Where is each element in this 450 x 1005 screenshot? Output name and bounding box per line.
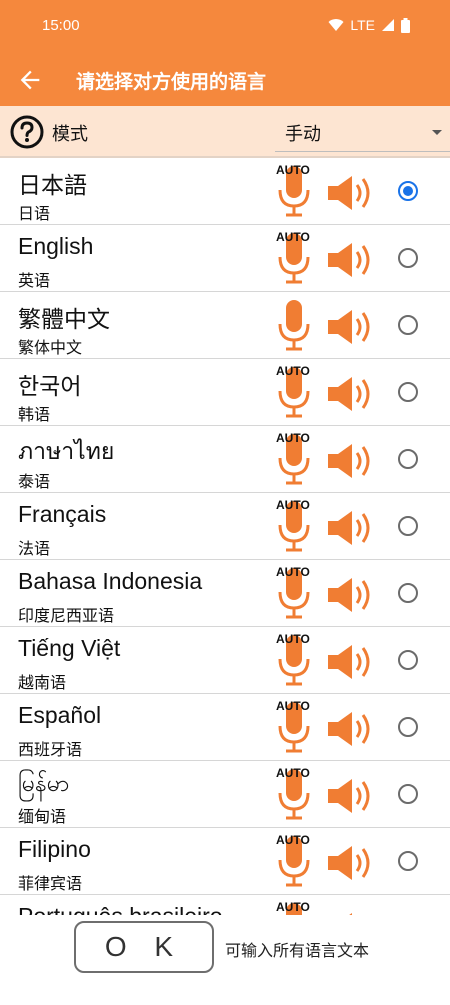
input-hint: 可输入所有语言文本 bbox=[225, 941, 370, 960]
mode-label: 模式 bbox=[52, 124, 88, 145]
language-row[interactable]: 한국어 韩语 AUTO bbox=[0, 359, 450, 426]
language-radio[interactable] bbox=[398, 784, 418, 804]
network-type: LTE bbox=[350, 17, 375, 33]
language-radio[interactable] bbox=[398, 449, 418, 469]
back-arrow-icon[interactable] bbox=[16, 66, 44, 94]
status-icons: LTE bbox=[328, 17, 410, 33]
language-radio[interactable] bbox=[398, 851, 418, 871]
language-name: Español bbox=[18, 702, 102, 728]
page-title: 请选择对方使用的语言 bbox=[76, 71, 267, 93]
speaker-icon[interactable] bbox=[326, 174, 376, 212]
language-subname: 法语 bbox=[18, 539, 51, 558]
language-subname: 菲律宾语 bbox=[18, 874, 83, 893]
language-subname: 英语 bbox=[18, 271, 51, 290]
language-radio[interactable] bbox=[398, 382, 418, 402]
language-row[interactable]: 日本語 日语 AUTO bbox=[0, 158, 450, 225]
auto-badge: AUTO bbox=[276, 699, 310, 713]
language-subname: 泰语 bbox=[18, 472, 51, 491]
language-subname: 越南语 bbox=[18, 673, 67, 692]
language-row[interactable]: Français 法语 AUTO bbox=[0, 493, 450, 560]
wifi-icon bbox=[328, 19, 344, 31]
speaker-icon[interactable] bbox=[326, 442, 376, 480]
mode-bar: 模式 手动 bbox=[0, 106, 450, 158]
speaker-icon[interactable] bbox=[326, 509, 376, 547]
language-name: 日本語 bbox=[18, 172, 87, 198]
language-row[interactable]: Español 西班牙语 AUTO bbox=[0, 694, 450, 761]
language-radio[interactable] bbox=[398, 650, 418, 670]
auto-badge: AUTO bbox=[276, 431, 310, 445]
language-radio[interactable] bbox=[398, 181, 418, 201]
language-radio[interactable] bbox=[398, 516, 418, 536]
app-bar: 请选择对方使用的语言 bbox=[0, 52, 450, 106]
auto-badge: AUTO bbox=[276, 766, 310, 780]
speaker-icon[interactable] bbox=[326, 308, 376, 346]
speaker-icon[interactable] bbox=[326, 375, 376, 413]
bottom-bar: O K 可输入所有语言文本 bbox=[0, 915, 450, 1005]
auto-badge: AUTO bbox=[276, 900, 310, 914]
language-subname: 繁体中文 bbox=[18, 338, 83, 357]
microphone-icon[interactable] bbox=[272, 296, 316, 356]
speaker-icon[interactable] bbox=[326, 710, 376, 748]
language-name: 한국어 bbox=[18, 373, 82, 399]
language-row[interactable]: မြန်မာ 缅甸语 AUTO bbox=[0, 761, 450, 828]
cell-signal-icon bbox=[382, 19, 394, 31]
auto-badge: AUTO bbox=[276, 498, 310, 512]
language-name: Português brasileiro bbox=[18, 903, 223, 915]
auto-badge: AUTO bbox=[276, 364, 310, 378]
language-subname: 西班牙语 bbox=[18, 740, 83, 759]
language-subname: 缅甸语 bbox=[18, 807, 67, 826]
language-name: Filipino bbox=[18, 836, 91, 862]
language-row[interactable]: English 英语 AUTO bbox=[0, 225, 450, 292]
language-name: English bbox=[18, 233, 94, 259]
language-row[interactable]: Tiếng Việt 越南语 AUTO bbox=[0, 627, 450, 694]
status-time: 15:00 bbox=[42, 17, 80, 34]
auto-badge: AUTO bbox=[276, 163, 310, 177]
auto-badge: AUTO bbox=[276, 565, 310, 579]
chevron-down-icon bbox=[432, 130, 442, 135]
language-radio[interactable] bbox=[398, 315, 418, 335]
help-circle-icon[interactable] bbox=[10, 115, 44, 149]
language-subname: 日语 bbox=[18, 204, 51, 223]
mode-select[interactable]: 手动 bbox=[275, 114, 450, 152]
language-name: Français bbox=[18, 501, 107, 527]
speaker-icon[interactable] bbox=[326, 576, 376, 614]
ok-button[interactable]: O K bbox=[74, 921, 214, 973]
language-row[interactable]: Bahasa Indonesia 印度尼西亚语 AUTO bbox=[0, 560, 450, 627]
auto-badge: AUTO bbox=[276, 833, 310, 847]
language-subname: 印度尼西亚语 bbox=[18, 606, 115, 625]
speaker-icon[interactable] bbox=[326, 241, 376, 279]
language-radio[interactable] bbox=[398, 717, 418, 737]
language-list[interactable]: 日本語 日语 AUTO English 英语 AUTO 繁體中文 繁体中文 한국… bbox=[0, 158, 450, 915]
language-row[interactable]: ภาษาไทย 泰语 AUTO bbox=[0, 426, 450, 493]
speaker-icon[interactable] bbox=[326, 777, 376, 815]
language-row[interactable]: 繁體中文 繁体中文 bbox=[0, 292, 450, 359]
language-radio[interactable] bbox=[398, 248, 418, 268]
language-row[interactable]: Português brasileiro AUTO bbox=[0, 895, 450, 915]
auto-badge: AUTO bbox=[276, 632, 310, 646]
battery-icon bbox=[401, 17, 410, 33]
language-name: မြန်မာ bbox=[18, 770, 70, 796]
language-name: ภาษาไทย bbox=[18, 438, 115, 464]
language-name: Tiếng Việt bbox=[18, 635, 121, 661]
language-name: 繁體中文 bbox=[18, 306, 110, 332]
speaker-icon[interactable] bbox=[326, 844, 376, 882]
language-name: Bahasa Indonesia bbox=[18, 568, 203, 594]
speaker-icon[interactable] bbox=[326, 643, 376, 681]
language-subname: 韩语 bbox=[18, 405, 51, 424]
auto-badge: AUTO bbox=[276, 230, 310, 244]
language-row[interactable]: Filipino 菲律宾语 AUTO bbox=[0, 828, 450, 895]
mode-select-value: 手动 bbox=[285, 124, 321, 145]
status-bar: 15:00 LTE bbox=[0, 0, 450, 52]
language-radio[interactable] bbox=[398, 583, 418, 603]
